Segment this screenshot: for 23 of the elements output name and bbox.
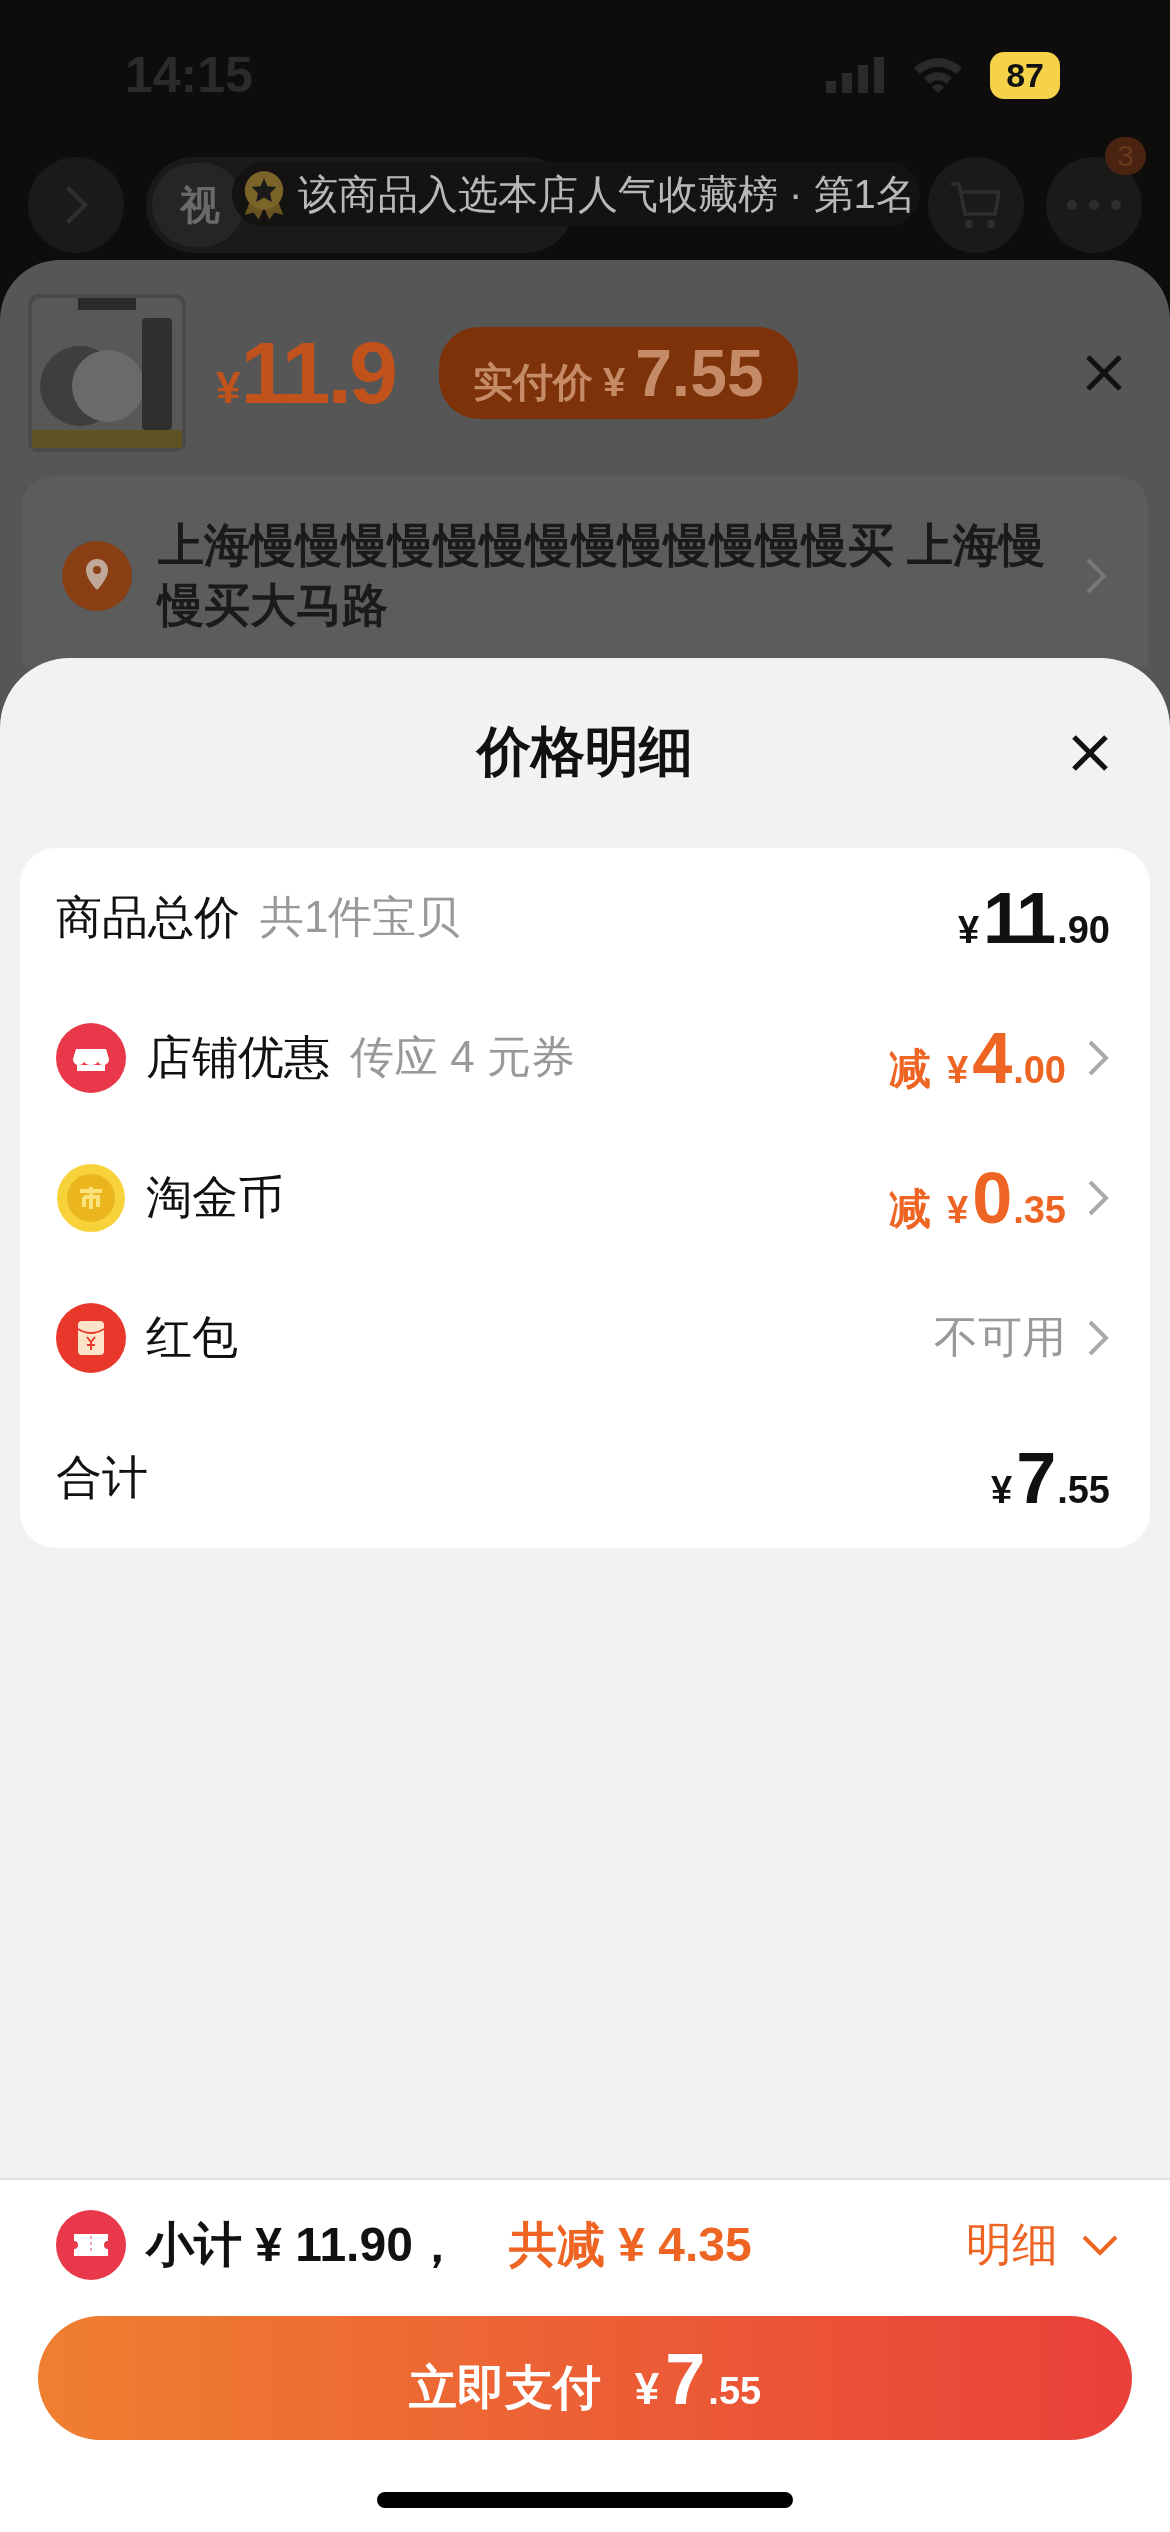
row-label: 店铺优惠 <box>146 1029 330 1085</box>
amount-text: ¥11.90 <box>957 876 1110 959</box>
status-text: 不可用 <box>934 1311 1066 1364</box>
media-tab[interactable]: 视 <box>152 163 244 247</box>
row-note: 共1件宝贝 <box>260 891 461 944</box>
row-label: 红包 <box>146 1309 238 1365</box>
subtotal-text: 小计 ¥ 11.90， <box>146 2217 461 2273</box>
pay-button[interactable]: 立即支付 ¥7.55 <box>38 2316 1132 2440</box>
row-label: 合计 <box>56 1449 148 1505</box>
row-label: 淘金币 <box>146 1169 284 1225</box>
row-label: 商品总价 <box>56 889 240 945</box>
product-price: ¥11.9 <box>216 322 395 424</box>
amount-text: ¥7.55 <box>991 1436 1110 1519</box>
amount-text: 减 ¥4.00 <box>889 1016 1066 1099</box>
row-note: 传应 4 元券 <box>350 1031 575 1084</box>
sheet-title: 价格明细 <box>477 720 693 784</box>
amount-text: 减 ¥0.35 <box>889 1156 1066 1239</box>
savings-text: 共减 ¥ 4.35 <box>508 2217 752 2273</box>
battery-indicator: 87 <box>990 51 1060 99</box>
ranking-text: 该商品入选本店人气收藏榜 · 第1名 <box>298 170 916 218</box>
paid-price-tag: 实付价 ¥7.55 <box>438 327 798 419</box>
detail-toggle[interactable]: 明细 <box>966 2214 1120 2276</box>
address-text: 上海慢慢慢慢慢慢慢慢慢慢慢慢慢买 上海慢慢买大马路 <box>158 518 1046 633</box>
